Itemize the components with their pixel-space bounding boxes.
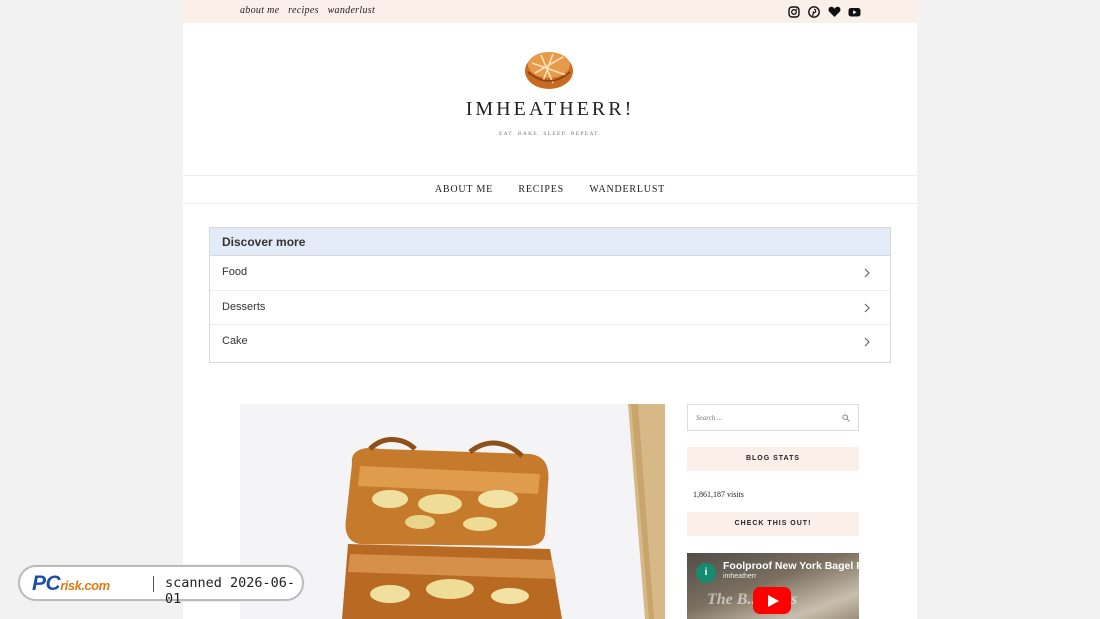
- badge-divider: [153, 576, 154, 592]
- chevron-right-icon: [864, 268, 870, 278]
- pcrisk-logo-main: PC: [32, 572, 61, 595]
- play-button-icon[interactable]: [753, 587, 791, 614]
- discover-item-label: Desserts: [222, 300, 266, 313]
- discover-more-panel: Discover more Food Desserts Cake: [209, 227, 891, 363]
- check-this-out-title: CHECK THIS OUT!: [687, 512, 859, 536]
- channel-avatar[interactable]: i: [696, 563, 716, 583]
- discover-more-heading: Discover more: [210, 228, 890, 256]
- instagram-icon[interactable]: [788, 5, 800, 18]
- chevron-right-icon: [864, 303, 870, 312]
- heart-icon[interactable]: [828, 5, 841, 17]
- nav-item-recipes[interactable]: RECIPES: [518, 184, 564, 195]
- youtube-icon[interactable]: [848, 5, 861, 17]
- top-link-about-me[interactable]: about me: [240, 5, 279, 16]
- post-featured-image[interactable]: [240, 404, 665, 619]
- nav-item-about-me[interactable]: ABOUT ME: [435, 184, 493, 195]
- pinterest-icon[interactable]: [808, 5, 820, 18]
- discover-item-label: Food: [222, 266, 248, 278]
- discover-item-food[interactable]: Food: [210, 256, 890, 291]
- youtube-video-embed[interactable]: The B... agels i Foolproof New York Bage…: [687, 553, 859, 619]
- main-nav: ABOUT ME RECIPES WANDERLUST: [183, 175, 917, 204]
- search-icon[interactable]: [842, 414, 850, 422]
- nav-item-wanderlust[interactable]: WANDERLUST: [589, 184, 665, 195]
- video-channel-name[interactable]: imheatherr: [723, 573, 756, 580]
- blog-stats-title: BLOG STATS: [687, 447, 859, 471]
- site-logo[interactable]: [523, 45, 575, 91]
- pcrisk-logo: PCrisk.com: [32, 572, 110, 596]
- social-links: [788, 5, 861, 18]
- page: about me recipes wanderlust IMHEATHERR! …: [183, 0, 917, 619]
- video-title[interactable]: Foolproof New York Bagel R: [723, 560, 859, 572]
- top-nav: about me recipes wanderlust: [240, 5, 381, 16]
- discover-item-desserts[interactable]: Desserts: [210, 291, 890, 325]
- top-link-wanderlust[interactable]: wanderlust: [328, 5, 375, 16]
- top-link-recipes[interactable]: recipes: [288, 5, 319, 16]
- top-bar: about me recipes wanderlust: [183, 0, 917, 23]
- search-box: [687, 404, 859, 431]
- scan-date-text: scanned 2026-06-01: [165, 575, 296, 607]
- discover-item-label: Cake: [222, 335, 248, 347]
- search-input[interactable]: [688, 405, 828, 430]
- chevron-right-icon: [864, 337, 870, 347]
- site-title[interactable]: IMHEATHERR!: [183, 98, 917, 121]
- site-tagline: EAT. BAKE. SLEEP. REPEAT.: [498, 131, 602, 137]
- discover-item-cake[interactable]: Cake: [210, 325, 890, 360]
- pcrisk-watermark-badge: PCrisk.com scanned 2026-06-01: [18, 565, 304, 607]
- visits-count: 1,861,187 visits: [693, 490, 744, 499]
- pcrisk-logo-suffix: risk.com: [60, 578, 110, 593]
